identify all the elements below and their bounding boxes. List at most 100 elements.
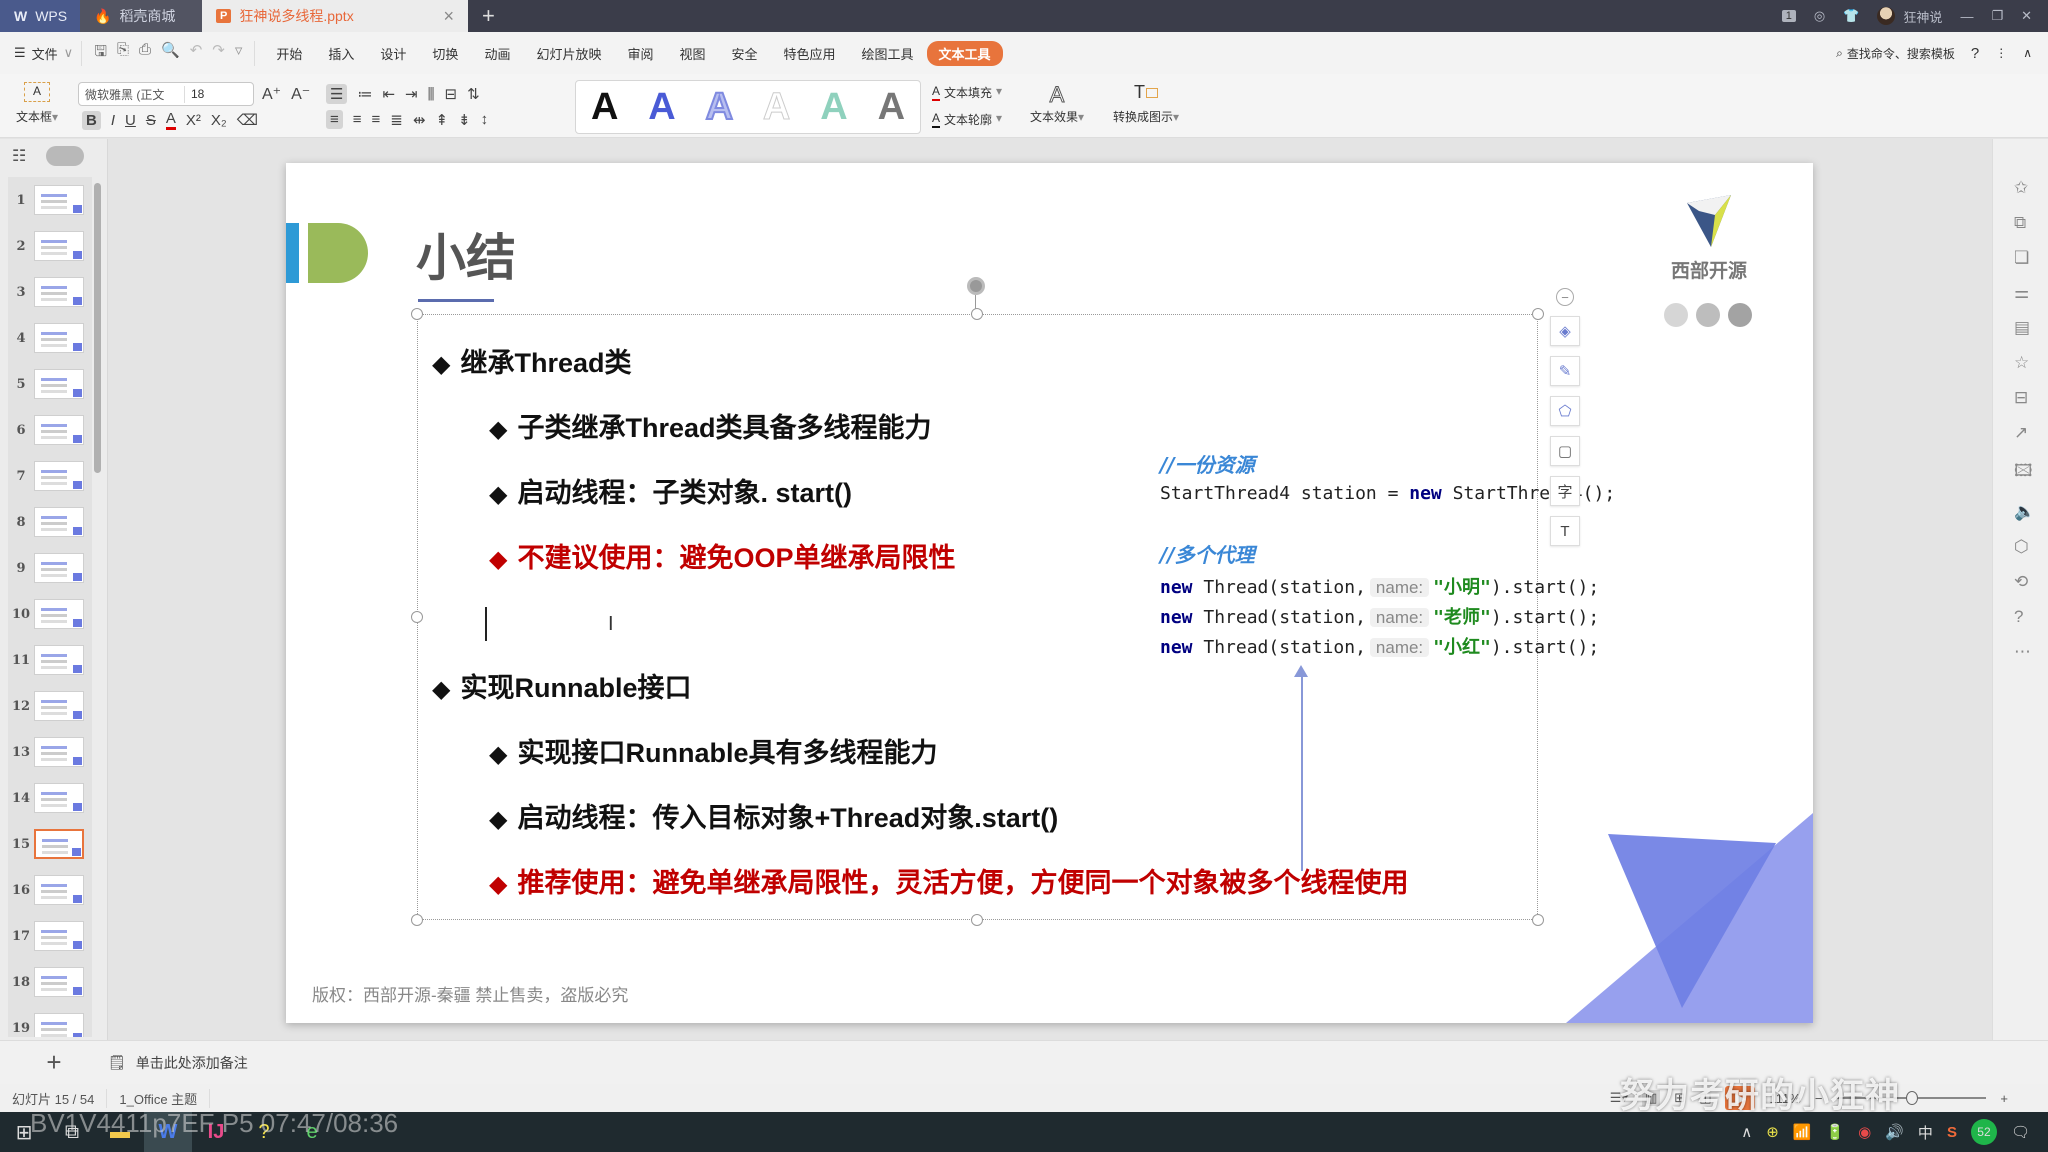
font-size-input[interactable]: 18 — [185, 87, 210, 101]
bold-button[interactable]: B — [82, 110, 101, 130]
switch-icon[interactable]: ⧉ — [2014, 213, 2035, 233]
distribute-icon[interactable]: ⇹ — [413, 111, 426, 129]
help-circle-icon[interactable]: ? — [2014, 607, 2035, 627]
command-search[interactable]: ⌕ 查找命令、搜索模板 — [1836, 45, 1955, 62]
slides-scrollbar[interactable] — [94, 183, 101, 473]
decrease-font-icon[interactable]: A⁻ — [291, 84, 310, 104]
close-window-button[interactable]: ✕ — [2021, 8, 2032, 24]
line-spacing-up-icon[interactable]: ⇞ — [435, 111, 448, 129]
shapes-icon[interactable]: ❏ — [2014, 248, 2035, 268]
archive-icon[interactable]: ⊟ — [2014, 388, 2035, 408]
menu-drawing-tools[interactable]: 绘图工具 — [849, 44, 927, 63]
menu-insert[interactable]: 插入 — [315, 44, 367, 63]
bullet-list-icon[interactable]: ☰ — [326, 84, 348, 104]
text-style-2[interactable]: A — [648, 86, 675, 129]
settings-icon[interactable]: ◎ — [1814, 8, 1825, 24]
more-icon[interactable]: ⋮ — [1995, 46, 2007, 60]
user-account[interactable]: 狂神说 — [1877, 7, 1942, 26]
minimize-button[interactable]: — — [1960, 9, 1973, 24]
line-spacing-down-icon[interactable]: ⇟ — [458, 111, 471, 129]
text-style-4[interactable]: A — [762, 85, 790, 129]
slide-thumbnail[interactable]: 19 — [8, 1005, 92, 1037]
text-direction-icon[interactable]: ⇅ — [467, 85, 480, 103]
slide-thumbnail[interactable]: 14 — [8, 775, 92, 821]
wifi-icon[interactable]: 📶 — [1793, 1123, 1812, 1141]
sogou-icon[interactable]: S — [1947, 1124, 1957, 1141]
share-icon[interactable]: ↗ — [2014, 423, 2035, 443]
menu-features[interactable]: 特色应用 — [771, 44, 849, 63]
slide-thumbnail[interactable]: 12 — [8, 683, 92, 729]
superscript-button[interactable]: X² — [186, 112, 201, 129]
battery-badge[interactable]: 52 — [1970, 1119, 1997, 1145]
increase-indent-icon[interactable]: ⇥ — [405, 85, 418, 103]
slide-thumbnail[interactable]: 6 — [8, 407, 92, 453]
file-menu[interactable]: ☰ 文件 ∨ — [14, 44, 73, 63]
slide-thumbnail[interactable]: 16 — [8, 867, 92, 913]
clear-format-icon[interactable]: ⌫ — [237, 111, 258, 129]
slide-thumbnail[interactable]: 1 — [8, 177, 92, 223]
slide-thumbnail[interactable]: 3 — [8, 269, 92, 315]
zoom-slider-knob[interactable] — [1906, 1091, 1919, 1105]
more-dots-icon[interactable]: ⋯ — [2014, 642, 2035, 662]
menu-transition[interactable]: 切换 — [419, 44, 471, 63]
thumbnail-view-toggle[interactable] — [46, 146, 85, 166]
power-icon[interactable]: 🔋 — [1825, 1123, 1844, 1141]
collapse-ribbon-icon[interactable]: ∧ — [2023, 46, 2032, 60]
add-slide-button[interactable]: + — [0, 1047, 108, 1078]
underline-button[interactable]: U — [125, 112, 136, 129]
notes-input[interactable]: 🗒 单击此处添加备注 — [108, 1053, 248, 1073]
restore-button[interactable]: ❐ — [1991, 8, 2003, 24]
redo-icon[interactable]: ↷ — [212, 41, 225, 66]
columns-icon[interactable]: ⫼ — [428, 86, 435, 103]
textbox-button[interactable]: A 文本框▾ — [10, 82, 64, 125]
subscript-button[interactable]: X₂ — [211, 112, 227, 129]
history-icon[interactable]: ⟲ — [2014, 572, 2035, 592]
text-style-6[interactable]: A — [878, 86, 905, 129]
slide-thumbnail[interactable]: 9 — [8, 545, 92, 591]
help-icon[interactable]: ? — [1971, 45, 1979, 62]
record-icon[interactable]: ◉ — [1858, 1123, 1871, 1141]
italic-button[interactable]: I — [111, 112, 115, 129]
volume-icon[interactable]: 🔊 — [1885, 1123, 1904, 1141]
export-icon[interactable]: ⎘ — [117, 41, 129, 66]
menu-security[interactable]: 安全 — [719, 44, 771, 63]
window-count-badge[interactable]: 1 — [1781, 10, 1796, 22]
justify-icon[interactable]: ≣ — [390, 111, 403, 129]
slide-thumbnail[interactable]: 5 — [8, 361, 92, 407]
menu-animation[interactable]: 动画 — [471, 44, 523, 63]
adjust-icon[interactable]: ⚌ — [2014, 283, 2035, 303]
new-tab-button[interactable]: + — [468, 0, 509, 32]
save-icon[interactable]: 🖫 — [94, 41, 107, 66]
tray-expand-icon[interactable]: ∧ — [1741, 1123, 1752, 1141]
menu-home[interactable]: 开始 — [263, 44, 315, 63]
star-icon[interactable]: ☆ — [2014, 353, 2035, 373]
strikethrough-button[interactable]: S — [146, 112, 156, 129]
convert-to-diagram-button[interactable]: T 转换成图示▾ — [1106, 82, 1186, 125]
slide-thumbnail[interactable]: 7 — [8, 453, 92, 499]
text-style-3[interactable]: A — [705, 85, 734, 129]
menu-design[interactable]: 设计 — [367, 44, 419, 63]
tab-wps-home[interactable]: W WPS — [0, 0, 80, 32]
text-effect-button[interactable]: A 文本效果▾ — [1022, 82, 1092, 125]
menu-slideshow[interactable]: 幻灯片放映 — [523, 44, 614, 63]
align-center-icon[interactable]: ≡ — [353, 111, 362, 128]
slide-thumbnail[interactable]: 11 — [8, 637, 92, 683]
slide-thumbnail[interactable]: 17 — [8, 913, 92, 959]
decrease-indent-icon[interactable]: ⇤ — [382, 85, 395, 103]
align-right-icon[interactable]: ≡ — [372, 111, 381, 128]
print-preview-icon[interactable]: 🔍 — [161, 41, 180, 66]
line-spacing-icon[interactable]: ↕ — [481, 111, 489, 128]
gallery-icon[interactable]: ▤ — [2014, 318, 2035, 338]
slide-thumbnail[interactable]: 18 — [8, 959, 92, 1005]
font-color-button[interactable]: A — [165, 110, 176, 130]
tray-app-icon[interactable]: ⊕ — [1766, 1123, 1779, 1141]
slide-thumbnail[interactable]: 10 — [8, 591, 92, 637]
zoom-in-button[interactable]: + — [2000, 1091, 2008, 1106]
text-outline-button[interactable]: A 文本轮廓 ▾ — [932, 111, 1002, 128]
slide-canvas[interactable]: 小结 ◆ 继承Thread类 ◆ 子类继承Thread类具备多线程能力 ◆ 启动线程：… — [286, 163, 1813, 1023]
text-box-align-icon[interactable]: ⊟ — [445, 85, 458, 103]
font-name-input[interactable]: 微软雅黑 (正文 — [79, 85, 185, 103]
text-fill-button[interactable]: A 文本填充 ▾ — [932, 84, 1002, 101]
align-left-icon[interactable]: ≡ — [326, 110, 343, 129]
menu-view[interactable]: 视图 — [666, 44, 718, 63]
